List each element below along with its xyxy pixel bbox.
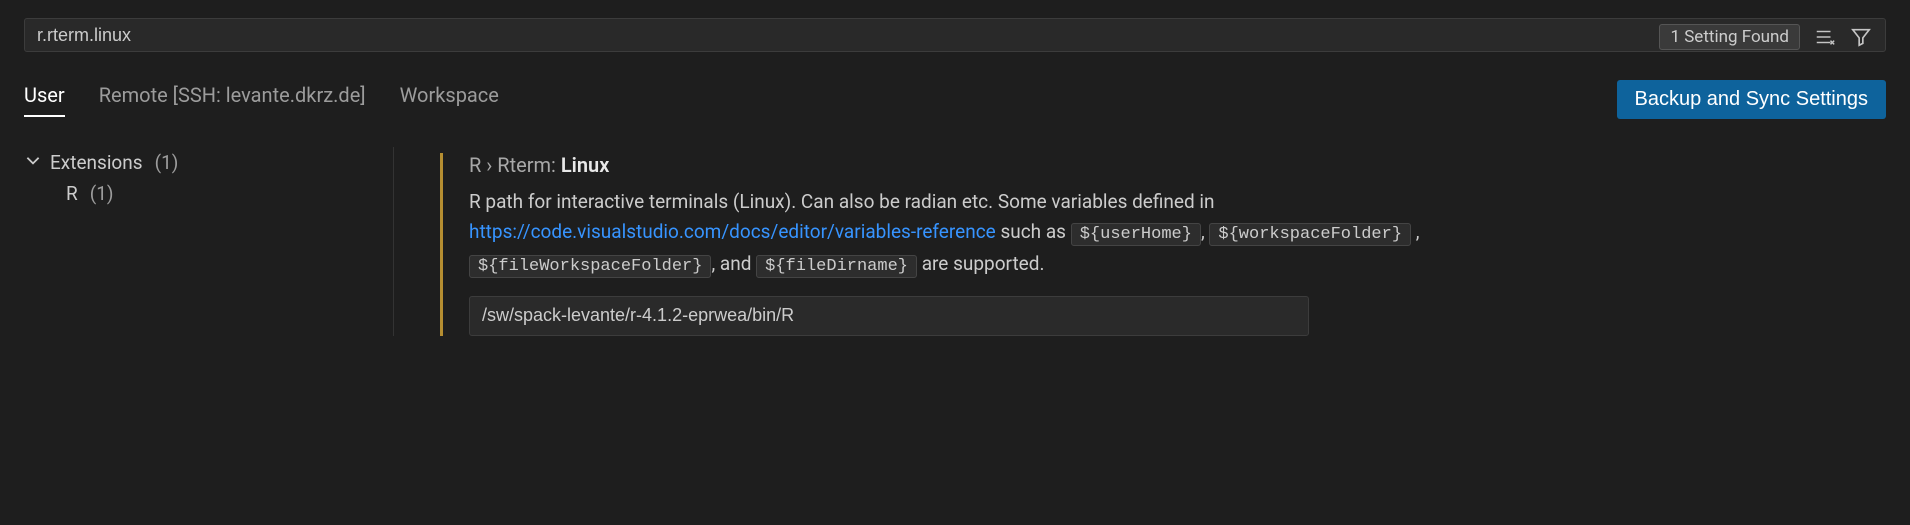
settings-content: R › Rterm: Linux R path for interactive … [394, 147, 1594, 336]
filter-icon[interactable] [1850, 26, 1872, 48]
code-var-userhome: ${userHome} [1071, 223, 1201, 246]
settings-scope-tabs: User Remote [SSH: levante.dkrz.de] Works… [24, 83, 499, 117]
setting-breadcrumb-prefix: R › Rterm: [469, 153, 561, 177]
backup-sync-settings-button[interactable]: Backup and Sync Settings [1617, 80, 1886, 119]
tab-user[interactable]: User [24, 83, 65, 117]
search-bar: 1 Setting Found [0, 0, 1910, 52]
tree-item-label: Extensions [50, 151, 143, 174]
desc-text: , and [711, 252, 756, 275]
code-var-workspacefolder: ${workspaceFolder} [1209, 223, 1411, 246]
variables-reference-link[interactable]: https://code.visualstudio.com/docs/edito… [469, 220, 996, 243]
tree-item-count: (1) [90, 182, 114, 205]
setting-value-input[interactable] [469, 296, 1309, 336]
settings-search-input[interactable] [24, 18, 1886, 52]
tree-item-extensions[interactable]: Extensions (1) [24, 147, 373, 178]
setting-breadcrumb-name: Linux [561, 153, 609, 177]
clear-search-icon[interactable] [1814, 26, 1836, 48]
tab-workspace[interactable]: Workspace [400, 83, 499, 117]
tree-item-r[interactable]: R (1) [24, 178, 373, 209]
code-var-fileworkspacefolder: ${fileWorkspaceFolder} [469, 255, 711, 278]
settings-body: Extensions (1) R (1) R › Rterm: Linux R … [0, 119, 1910, 336]
tab-remote[interactable]: Remote [SSH: levante.dkrz.de] [99, 83, 366, 117]
setting-title: R › Rterm: Linux [469, 153, 1594, 177]
settings-tree-sidebar: Extensions (1) R (1) [24, 147, 394, 336]
tree-item-label: R [66, 182, 78, 205]
desc-text: such as [996, 220, 1071, 243]
setting-description: R path for interactive terminals (Linux)… [469, 187, 1469, 280]
settings-tabs-row: User Remote [SSH: levante.dkrz.de] Works… [0, 52, 1910, 119]
desc-text: , [1411, 220, 1419, 243]
desc-text: R path for interactive terminals (Linux)… [469, 190, 1215, 213]
code-var-filedirname: ${fileDirname} [756, 255, 917, 278]
search-right-controls: 1 Setting Found [1659, 24, 1872, 50]
chevron-down-icon [24, 151, 42, 174]
tree-item-count: (1) [155, 151, 179, 174]
desc-text: are supported. [917, 252, 1044, 275]
search-result-count-badge: 1 Setting Found [1659, 24, 1800, 50]
setting-item-r-rterm-linux: R › Rterm: Linux R path for interactive … [440, 153, 1594, 336]
